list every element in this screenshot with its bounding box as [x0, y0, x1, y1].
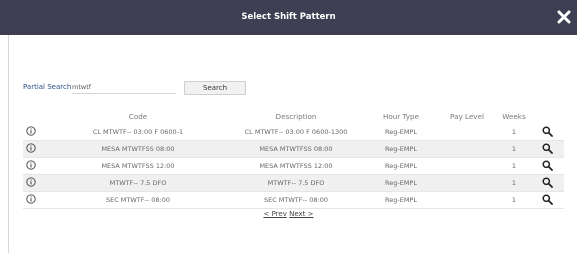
cell-weeks: 1 — [511, 128, 517, 136]
info-circle-icon[interactable] — [23, 158, 39, 176]
cell-pay-level — [433, 175, 501, 191]
dialog-left-border — [8, 35, 9, 253]
info-circle-icon[interactable] — [23, 124, 39, 142]
info-circle-icon[interactable] — [23, 141, 39, 159]
close-icon[interactable] — [557, 9, 571, 24]
info-circle-icon[interactable] — [23, 175, 39, 193]
cell-hour-type: Reg-EMPL — [385, 162, 417, 170]
cell-pay-level — [433, 141, 501, 157]
prev-page-link[interactable]: < Prev — [263, 210, 286, 218]
partial-search-input[interactable] — [72, 81, 176, 94]
cell-weeks: 1 — [511, 196, 517, 204]
cell-weeks: 1 — [511, 162, 517, 170]
table-row[interactable]: SEC MTWTF-- 08:00 SEC MTWTF-- 08:00 Reg-EM… — [23, 192, 564, 209]
magnifier-icon[interactable] — [538, 192, 556, 210]
magnifier-icon[interactable] — [538, 175, 556, 193]
table-row[interactable]: MTWTF-- 7.5 DFO MTWTF-- 7.5 DFO Reg-EMPL 1 — [23, 175, 564, 192]
pager: < Prev Next > — [0, 210, 577, 218]
cell-weeks: 1 — [511, 179, 517, 187]
cell-hour-type: Reg-EMPL — [385, 179, 417, 187]
magnifier-icon[interactable] — [538, 158, 556, 176]
cell-pay-level — [433, 124, 501, 140]
magnifier-icon[interactable] — [538, 124, 556, 142]
header-weeks: Weeks — [502, 112, 526, 121]
partial-search-label: Partial Search — [23, 83, 72, 91]
cell-hour-type: Reg-EMPL — [385, 196, 417, 204]
select-shift-pattern-dialog: Select Shift Pattern Partial Search Sear… — [0, 0, 577, 253]
header-hour-type: Hour Type — [382, 112, 420, 121]
cell-pay-level — [433, 158, 501, 174]
next-page-link[interactable]: Next > — [289, 210, 313, 218]
dialog-titlebar: Select Shift Pattern — [0, 0, 577, 35]
header-pay-level: Pay Level — [450, 112, 484, 121]
table-row[interactable]: MESA MTWTFSS 08:00 MESA MTWTFSS 08:00 Reg-… — [23, 141, 564, 158]
cell-pay-level — [433, 192, 501, 208]
cell-weeks: 1 — [511, 145, 517, 153]
info-circle-icon[interactable] — [23, 192, 39, 210]
cell-hour-type: Reg-EMPL — [385, 145, 417, 153]
table-row[interactable]: MESA MTWTFSS 12:00 MESA MTWTFSS 12:00 Reg-… — [23, 158, 564, 175]
table-row[interactable]: CL MTWTF-- 03:00 F 0600-1 CL MTWTF-- 03:0… — [23, 124, 564, 141]
shift-pattern-table: Code Description Hour Type Pay Level Wee… — [23, 110, 564, 209]
search-button[interactable]: Search — [184, 81, 246, 95]
cell-hour-type: Reg-EMPL — [385, 128, 417, 136]
magnifier-icon[interactable] — [538, 141, 556, 159]
dialog-title: Select Shift Pattern — [241, 12, 336, 22]
table-header-row: Code Description Hour Type Pay Level Wee… — [23, 110, 564, 124]
table-body: CL MTWTF-- 03:00 F 0600-1 CL MTWTF-- 03:0… — [23, 124, 564, 209]
